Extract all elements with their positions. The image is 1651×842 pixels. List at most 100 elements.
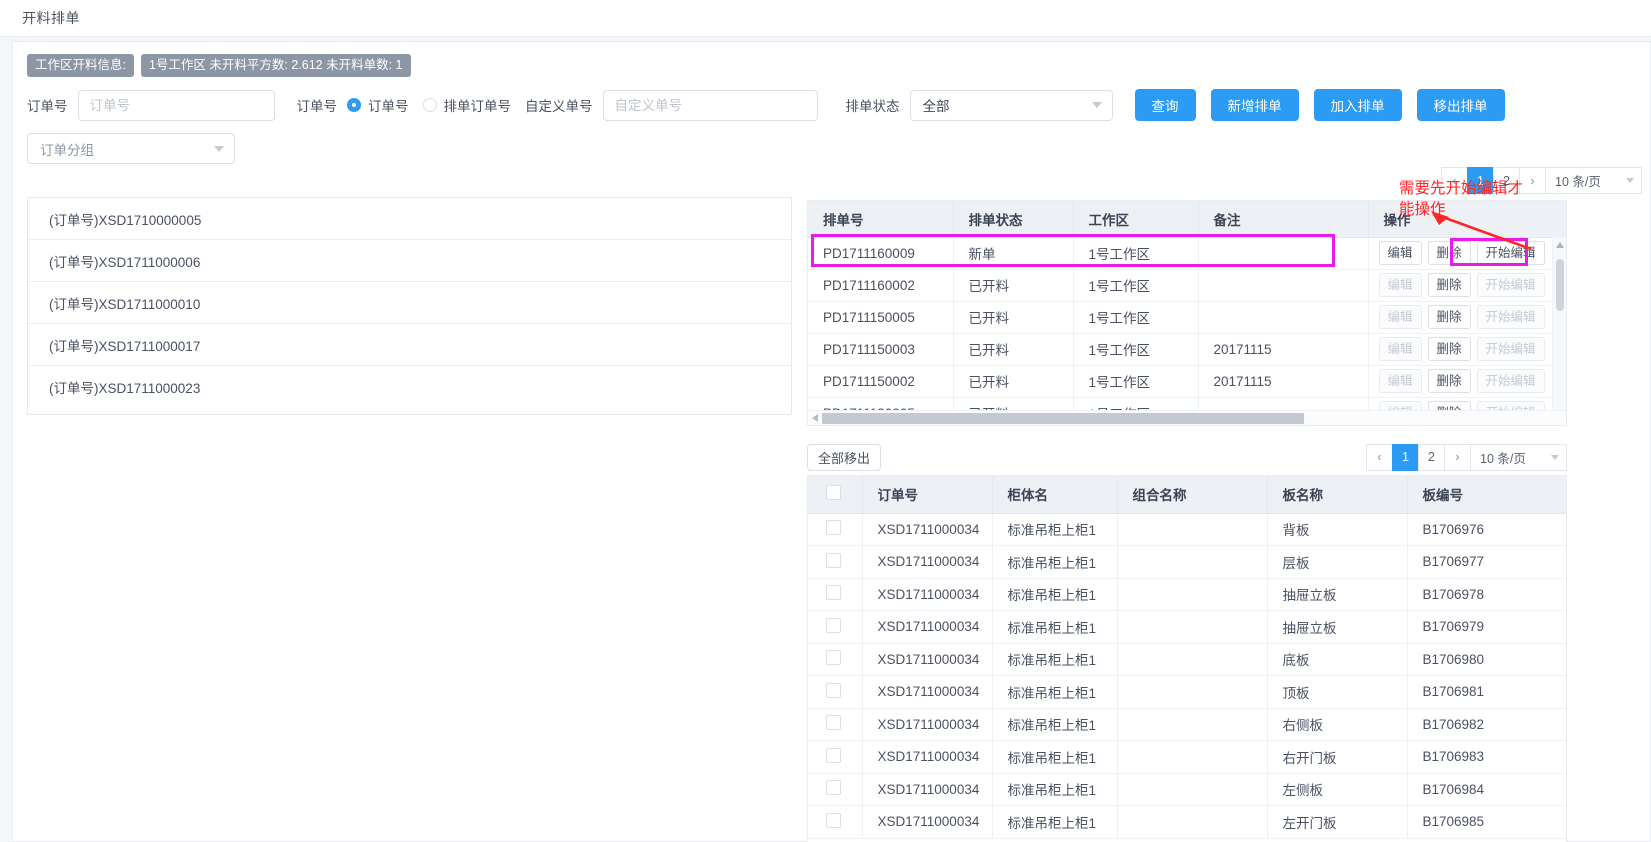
table-row[interactable]: XSD1711000034标准吊柜上柜1右开门板B1706983 [808, 741, 1567, 774]
detail-board-name-cell: 抽屉立板 [1267, 578, 1407, 611]
table-row[interactable]: XSD1711000034标准吊柜上柜1背板B1706976 [808, 513, 1567, 546]
table-row[interactable]: XSD1711000034标准吊柜上柜1右侧板B1706982 [808, 708, 1567, 741]
pagination-page-1[interactable]: 1 [1392, 444, 1419, 471]
detail-order-no-cell: XSD1711000034 [862, 643, 992, 676]
table-row[interactable]: PD1711150005已开料1号工作区编辑删除开始编辑 [808, 301, 1567, 333]
edit-button[interactable]: 编辑 [1379, 241, 1422, 265]
radio-order-no[interactable]: 订单号 [347, 95, 409, 115]
table-row[interactable]: PD1711150002已开料1号工作区20171115编辑删除开始编辑 [808, 365, 1567, 397]
workzone-summary-tag: 1号工作区 未开料平方数: 2.612 未开料单数: 1 [141, 54, 411, 77]
detail-board-no-cell: B1706982 [1407, 708, 1567, 741]
list-item[interactable]: (订单号)XSD1711000017 [28, 324, 791, 366]
row-checkbox[interactable] [826, 520, 841, 535]
table-row[interactable]: XSD1711000034标准吊柜上柜1抽屉立板B1706979 [808, 611, 1567, 644]
detail-combo-cell [1117, 546, 1267, 579]
schedule-table-horizontal-scrollbar[interactable] [808, 410, 1566, 425]
radio-dot-unselected-icon [423, 98, 437, 112]
detail-board-name-cell: 右开门板 [1267, 741, 1407, 774]
table-row[interactable]: XSD1711000034标准吊柜上柜1左侧板B1706984 [808, 773, 1567, 806]
order-type-radio-group: 订单号 订单号 排单订单号 [297, 95, 526, 115]
annotation-text: 需要先开始编辑才 能操作 [1399, 178, 1523, 220]
detail-table: 订单号柜体名组合名称板名称板编号XSD1711000034标准吊柜上柜1背板B1… [808, 476, 1567, 839]
pagination-prev-icon[interactable]: ‹ [1366, 444, 1393, 471]
pagination-next-icon[interactable]: › [1519, 167, 1546, 194]
row-checkbox[interactable] [826, 585, 841, 600]
row-checkbox[interactable] [826, 553, 841, 568]
new-schedule-button[interactable]: 新增排单 [1211, 89, 1299, 121]
detail-col-4: 板名称 [1267, 476, 1407, 513]
status-select[interactable]: 全部 [910, 90, 1113, 121]
page-size-select[interactable]: 10 条/页 [1545, 167, 1642, 194]
table-row[interactable]: XSD1711000034标准吊柜上柜1抽屉立板B1706978 [808, 578, 1567, 611]
row-checkbox[interactable] [826, 683, 841, 698]
row-checkbox[interactable] [826, 780, 841, 795]
detail-cabinet-cell: 标准吊柜上柜1 [992, 513, 1117, 546]
detail-col-3: 组合名称 [1117, 476, 1267, 513]
delete-button[interactable]: 删除 [1428, 369, 1471, 393]
table-row[interactable]: PD1711160009新单1号工作区编辑删除开始编辑 [808, 237, 1567, 269]
join-schedule-button[interactable]: 加入排单 [1314, 89, 1402, 121]
list-item[interactable]: (订单号)XSD1711000010 [28, 282, 791, 324]
row-checkbox[interactable] [826, 618, 841, 633]
schedule-status-cell: 已开料 [953, 301, 1073, 333]
table-row[interactable]: XSD1711000034标准吊柜上柜1底板B1706980 [808, 643, 1567, 676]
list-item[interactable]: (订单号)XSD1710000005 [28, 198, 791, 240]
table-row[interactable]: XSD1711000034标准吊柜上柜1左开门板B1706985 [808, 806, 1567, 839]
radio-dot-selected-icon [347, 98, 361, 112]
order-no-input[interactable] [78, 90, 275, 121]
page-header: 开料排单 [0, 0, 1651, 37]
row-checkbox[interactable] [826, 650, 841, 665]
search-button[interactable]: 查询 [1135, 89, 1196, 121]
remove-schedule-button[interactable]: 移出排单 [1417, 89, 1505, 121]
table-row[interactable]: PD1711150003已开料1号工作区20171115编辑删除开始编辑 [808, 333, 1567, 365]
table-row[interactable]: XSD1711000034标准吊柜上柜1顶板B1706981 [808, 676, 1567, 709]
scroll-up-arrow-icon[interactable] [1556, 242, 1564, 248]
start-edit-button[interactable]: 开始编辑 [1477, 241, 1545, 265]
select-all-checkbox[interactable] [826, 485, 841, 500]
edit-button: 编辑 [1379, 273, 1422, 297]
detail-board-name-cell: 左侧板 [1267, 773, 1407, 806]
list-item[interactable]: (订单号)XSD1711000006 [28, 240, 791, 282]
row-checkbox[interactable] [826, 813, 841, 828]
custom-no-label: 自定义单号 [525, 95, 593, 115]
detail-cabinet-cell: 标准吊柜上柜1 [992, 546, 1117, 579]
list-item[interactable]: (订单号)XSD1711000023 [28, 366, 791, 408]
schedule-table-vertical-scrollbar[interactable] [1552, 237, 1566, 425]
delete-button[interactable]: 删除 [1428, 273, 1471, 297]
detail-board-no-cell: B1706978 [1407, 578, 1567, 611]
detail-col-2: 柜体名 [992, 476, 1117, 513]
row-checkbox[interactable] [826, 748, 841, 763]
detail-cabinet-cell: 标准吊柜上柜1 [992, 708, 1117, 741]
edit-button: 编辑 [1379, 369, 1422, 393]
order-list-item-label: (订单号)XSD1710000005 [49, 209, 201, 229]
order-group-select[interactable]: 订单分组 [27, 133, 235, 164]
row-checkbox[interactable] [826, 715, 841, 730]
chevron-down-icon [214, 146, 224, 152]
detail-select-cell [808, 643, 862, 676]
delete-button[interactable]: 删除 [1428, 305, 1471, 329]
detail-combo-cell [1117, 806, 1267, 839]
detail-combo-cell [1117, 513, 1267, 546]
delete-button[interactable]: 删除 [1428, 337, 1471, 361]
pagination-page-2[interactable]: 2 [1418, 444, 1445, 471]
main-panel: 工作区开料信息: 1号工作区 未开料平方数: 2.612 未开料单数: 1 订单… [12, 41, 1651, 842]
detail-combo-cell [1117, 643, 1267, 676]
detail-cabinet-cell: 标准吊柜上柜1 [992, 643, 1117, 676]
schedule-status-cell: 已开料 [953, 269, 1073, 301]
schedule-remark-cell: 20171115 [1198, 333, 1368, 365]
delete-button[interactable]: 删除 [1428, 241, 1471, 265]
pagination-next-icon[interactable]: › [1444, 444, 1471, 471]
detail-select-cell [808, 513, 862, 546]
table-row[interactable]: XSD1711000034标准吊柜上柜1层板B1706977 [808, 546, 1567, 579]
start-edit-button: 开始编辑 [1477, 337, 1545, 361]
detail-cabinet-cell: 标准吊柜上柜1 [992, 611, 1117, 644]
schedule-remark-cell [1198, 301, 1368, 333]
page-size-select[interactable]: 10 条/页 [1470, 444, 1567, 471]
custom-no-input[interactable] [603, 90, 818, 121]
scroll-left-arrow-icon[interactable] [812, 414, 818, 422]
scrollbar-thumb[interactable] [822, 413, 1304, 424]
remove-all-button[interactable]: 全部移出 [807, 444, 881, 471]
table-row[interactable]: PD1711160002已开料1号工作区编辑删除开始编辑 [808, 269, 1567, 301]
radio-schedule-order-no[interactable]: 排单订单号 [423, 95, 512, 115]
scrollbar-thumb[interactable] [1556, 259, 1564, 311]
